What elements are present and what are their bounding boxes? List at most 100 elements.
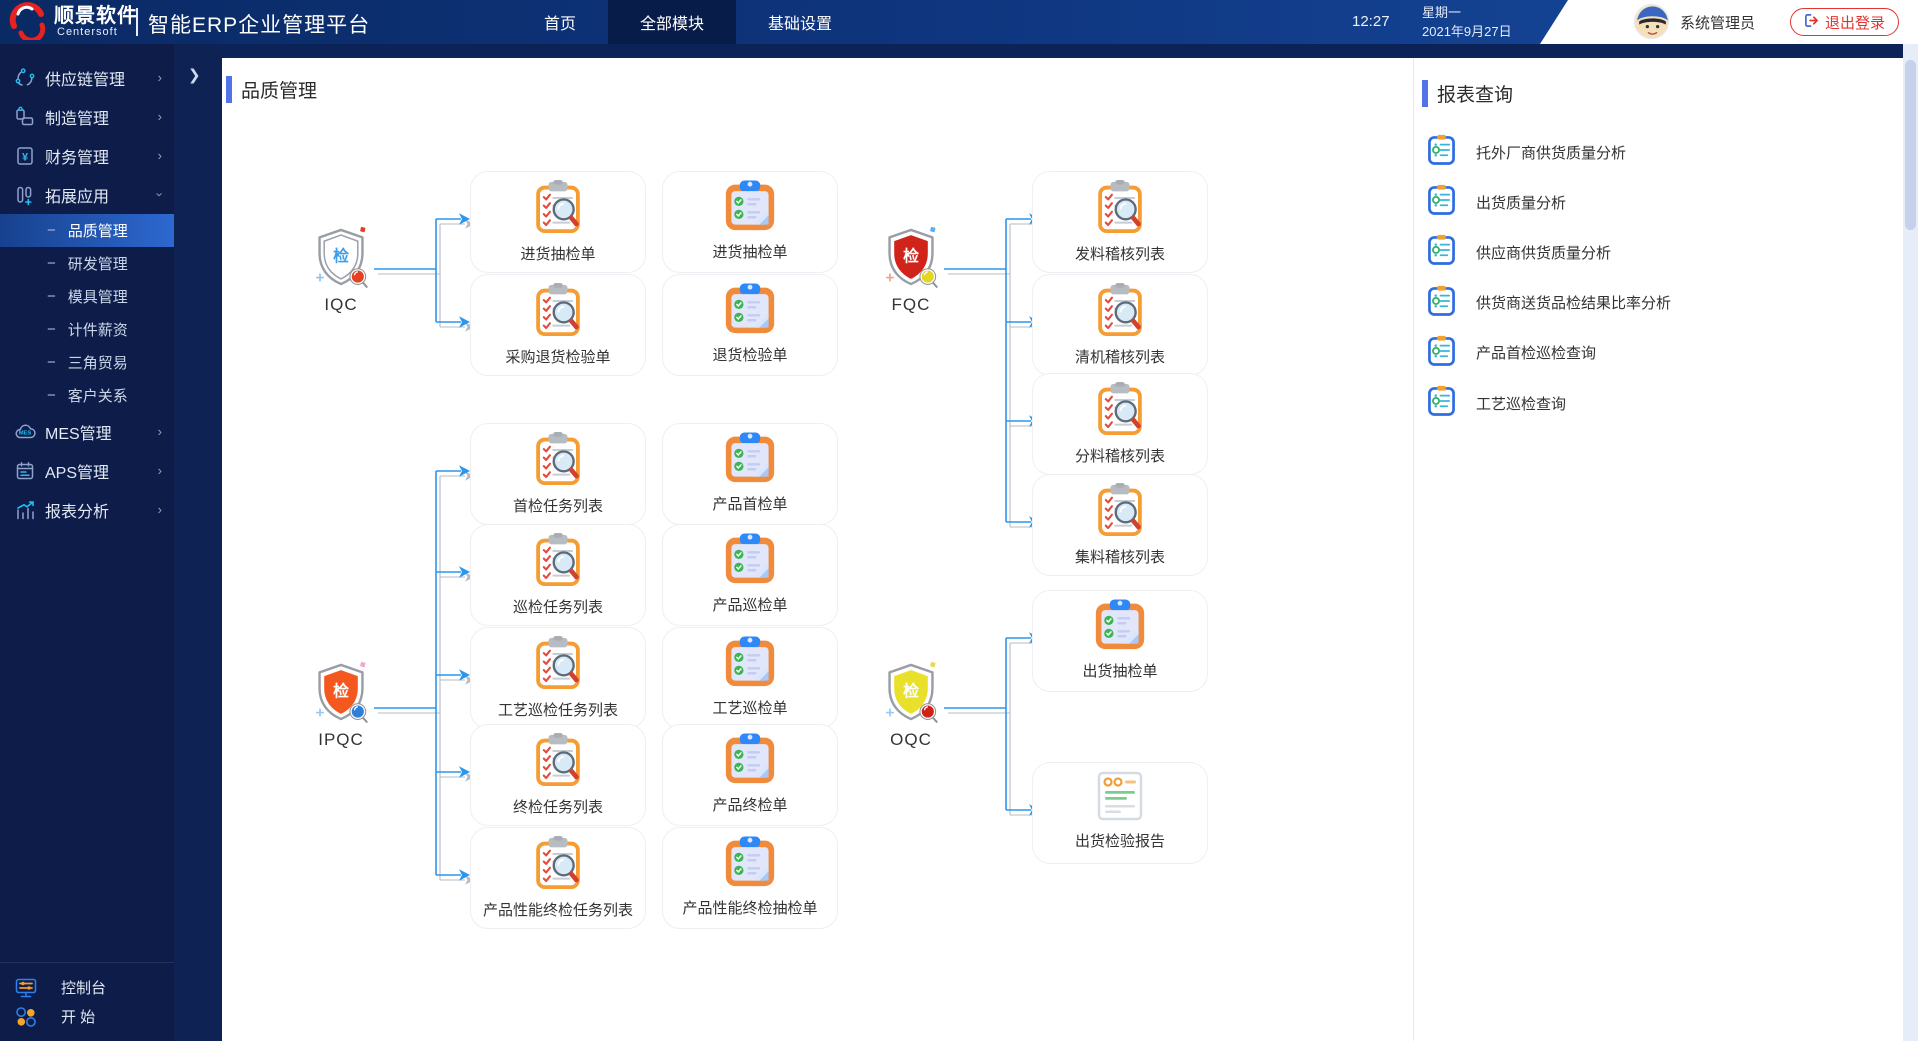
flow-node-icon — [663, 836, 837, 893]
flow-node-icon — [1033, 180, 1207, 239]
collapse-chevron-icon[interactable]: ❯ — [188, 66, 201, 84]
flow-node-icon — [1033, 483, 1207, 542]
sidebar-item-label: APS管理 — [45, 464, 110, 482]
flow-node-16[interactable]: 产品性能终检任务列表 — [470, 827, 646, 929]
report-query-icon — [1428, 185, 1455, 216]
footer-item-label: 控制台 — [61, 980, 107, 997]
sidebar-collapse-strip: ❯ — [174, 44, 222, 1041]
sidebar-subitem-3-1[interactable]: − 研发管理 — [0, 247, 174, 280]
flow-node-label: 产品性能终检任务列表 — [482, 902, 633, 919]
flow-node-4[interactable]: 发料稽核列表 — [1032, 171, 1208, 273]
nav-tab-0[interactable]: 首页 — [512, 0, 608, 44]
form-clipboard-icon — [725, 283, 775, 334]
report-item-3[interactable]: 供货商送货品检结果比率分析 — [1428, 283, 1671, 323]
sidebar-item-2[interactable]: ¥ 财务管理 › — [0, 136, 174, 175]
qc-shield-ipqc: 检 IPQC — [276, 661, 406, 750]
flow-node-18[interactable]: 出货抽检单 — [1032, 590, 1208, 692]
flow-node-3[interactable]: 退货检验单 — [662, 274, 838, 376]
header-time: 12:27 — [1352, 13, 1390, 30]
qc-shield-icon: 检 — [885, 226, 938, 288]
flow-node-19[interactable]: 出货检验报告 — [1032, 762, 1208, 864]
flow-node-14[interactable]: 终检任务列表 — [470, 724, 646, 826]
logo-swirl-icon — [8, 0, 48, 45]
report-item-2[interactable]: 供应商供货质量分析 — [1428, 232, 1611, 272]
sidebar-footer-item-0[interactable]: 控制台 — [0, 973, 174, 1002]
sidebar-footer-item-1[interactable]: 开 始 — [0, 1002, 174, 1031]
flow-node-icon — [663, 636, 837, 693]
flow-node-icon — [663, 733, 837, 790]
report-query-icon — [1428, 285, 1455, 316]
manufacturing-icon — [14, 106, 36, 128]
report-item-label: 供货商送货品检结果比率分析 — [1476, 295, 1672, 313]
qc-shield-iqc: 检 IQC — [276, 226, 406, 315]
flow-node-13[interactable]: 工艺巡检单 — [662, 627, 838, 729]
flow-node-0[interactable]: 进货抽检单 — [470, 171, 646, 273]
nav-tab-1[interactable]: 全部模块 — [608, 0, 737, 44]
app-title: 智能ERP企业管理平台 — [148, 14, 371, 37]
sidebar-item-6[interactable]: 报表分析 › — [0, 490, 174, 529]
sidebar-subitem-3-0[interactable]: − 品质管理 — [0, 214, 174, 247]
logout-button[interactable]: 退出登录 — [1790, 8, 1900, 36]
report-query-icon — [1428, 184, 1455, 220]
qc-shield-label: FQC — [891, 295, 931, 314]
scrollbar-thumb[interactable] — [1905, 60, 1916, 230]
flow-node-7[interactable]: 集料稽核列表 — [1032, 474, 1208, 576]
report-item-5[interactable]: 工艺巡检查询 — [1428, 383, 1566, 423]
form-clipboard-icon — [725, 733, 775, 784]
sidebar-item-4[interactable]: MES MES管理 › — [0, 412, 174, 451]
sidebar-subitem-3-2[interactable]: − 模具管理 — [0, 280, 174, 313]
flow-node-5[interactable]: 清机稽核列表 — [1032, 274, 1208, 376]
form-clipboard-icon — [725, 432, 775, 483]
flow-node-icon — [471, 180, 645, 239]
report-item-label: 工艺巡检查询 — [1476, 395, 1567, 413]
sidebar-item-1[interactable]: 制造管理 › — [0, 97, 174, 136]
audit-clipboard-icon — [1098, 483, 1142, 537]
flow-node-1[interactable]: 采购退货检验单 — [470, 274, 646, 376]
flow-node-6[interactable]: 分料稽核列表 — [1032, 373, 1208, 475]
svg-text:检: 检 — [903, 682, 919, 701]
flow-node-17[interactable]: 产品性能终检抽检单 — [662, 827, 838, 929]
sidebar-footer: 控制台 开 始 — [0, 962, 174, 1041]
report-item-4[interactable]: 产品首检巡检查询 — [1428, 333, 1596, 373]
flow-node-label: 产品首检单 — [712, 496, 788, 513]
flow-node-label: 退货检验单 — [712, 347, 788, 364]
svg-text:¥: ¥ — [22, 151, 29, 163]
svg-text:检: 检 — [903, 247, 919, 266]
flow-node-15[interactable]: 产品终检单 — [662, 724, 838, 826]
sidebar-item-5[interactable]: APS管理 › — [0, 451, 174, 490]
qc-shield-oqc: 检 OQC — [846, 661, 976, 750]
report-item-0[interactable]: 托外厂商供货质量分析 — [1428, 132, 1626, 172]
sidebar-item-label: 供应链管理 — [45, 71, 126, 89]
flow-node-11[interactable]: 产品巡检单 — [662, 524, 838, 626]
flow-node-2[interactable]: 进货抽检单 — [662, 171, 838, 273]
sidebar-subitem-3-3[interactable]: − 计件薪资 — [0, 313, 174, 346]
logo: 顺景软件 Centersoft — [8, 0, 138, 45]
flow-node-icon — [663, 283, 837, 340]
sidebar-item-3[interactable]: 拓展应用 › — [0, 175, 174, 214]
report-query-icon — [1428, 385, 1455, 416]
flow-node-label: 巡检任务列表 — [512, 599, 603, 616]
report-query-icon — [1428, 335, 1455, 366]
sidebar-subitem-3-5[interactable]: − 客户关系 — [0, 379, 174, 412]
sidebar-subitem-label: 模具管理 — [67, 289, 128, 306]
flow-node-label: 产品性能终检抽检单 — [682, 900, 818, 917]
flow-node-icon — [1033, 382, 1207, 441]
sidebar-item-0[interactable]: 供应链管理 › — [0, 58, 174, 97]
avatar[interactable] — [1634, 4, 1669, 39]
flow-node-10[interactable]: 巡检任务列表 — [470, 524, 646, 626]
flow-node-9[interactable]: 产品首检单 — [662, 423, 838, 525]
report-item-1[interactable]: 出货质量分析 — [1428, 182, 1566, 222]
dash-icon: − — [47, 255, 56, 272]
nav-tab-2[interactable]: 基础设置 — [736, 0, 864, 44]
vertical-scrollbar[interactable] — [1903, 44, 1918, 1041]
qc-shield-fqc: 检 FQC — [846, 226, 976, 315]
report-item-label: 出货质量分析 — [1476, 194, 1567, 212]
flow-node-8[interactable]: 首检任务列表 — [470, 423, 646, 525]
form-clipboard-icon — [725, 836, 775, 887]
audit-clipboard-icon — [536, 533, 580, 587]
report-item-label: 供应商供货质量分析 — [1476, 244, 1612, 262]
main-title-text: 品质管理 — [241, 81, 318, 102]
report-query-icon — [1428, 134, 1455, 165]
sidebar-subitem-3-4[interactable]: − 三角贸易 — [0, 346, 174, 379]
flow-node-12[interactable]: 工艺巡检任务列表 — [470, 627, 646, 729]
